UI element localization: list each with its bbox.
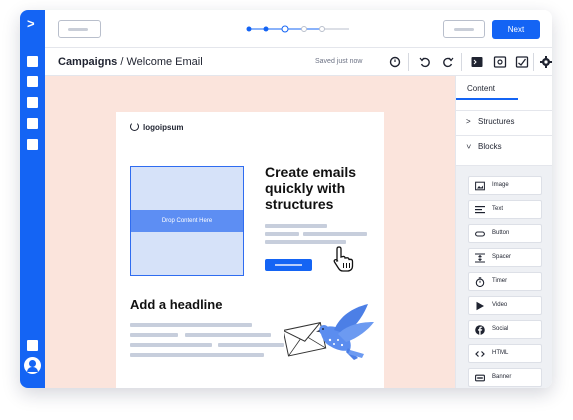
logo-text: logoipsum xyxy=(143,123,184,132)
block-spacer[interactable]: Spacer xyxy=(468,248,542,267)
expand-icon[interactable]: > xyxy=(27,17,39,30)
bird-envelope-illustration xyxy=(284,304,374,360)
undo-icon[interactable] xyxy=(418,55,432,69)
back-button[interactable] xyxy=(58,20,101,38)
image-icon xyxy=(475,181,485,191)
breadcrumb: Campaigns / Welcome Email xyxy=(58,56,203,68)
code-view-icon[interactable] xyxy=(470,55,484,69)
spacer-icon xyxy=(475,253,485,263)
drop-zone[interactable]: Drop Content Here xyxy=(130,166,244,276)
headline-structures[interactable]: Create emails quickly with structures xyxy=(265,164,377,212)
block-image[interactable]: Image xyxy=(468,176,542,195)
hand-cursor-icon xyxy=(333,246,354,272)
code-icon xyxy=(475,351,485,357)
email-template[interactable]: logoipsum Drop Content Here Create email… xyxy=(116,112,384,388)
video-icon xyxy=(476,301,484,311)
block-button[interactable]: Button xyxy=(468,224,542,243)
nav-item-1[interactable] xyxy=(27,56,38,67)
next-button[interactable]: Next xyxy=(492,20,540,39)
top-bar: Next xyxy=(45,10,552,48)
template-logo[interactable]: logoipsum xyxy=(130,122,183,132)
facebook-icon xyxy=(475,325,485,335)
chevron-right-icon: > xyxy=(466,117,471,126)
editor-toolbar: Campaigns / Welcome Email Saved just now xyxy=(45,48,552,76)
tab-content[interactable]: Content xyxy=(456,76,552,100)
left-nav-rail: > xyxy=(20,10,45,388)
user-avatar-icon[interactable] xyxy=(24,357,41,374)
nav-item-2[interactable] xyxy=(27,76,38,87)
breadcrumb-campaigns[interactable]: Campaigns xyxy=(58,56,117,68)
block-social[interactable]: Social xyxy=(468,320,542,339)
preview-icon[interactable] xyxy=(493,55,507,69)
secondary-button[interactable] xyxy=(443,20,485,38)
breadcrumb-email-name: Welcome Email xyxy=(126,56,203,68)
structures-section[interactable]: > Structures xyxy=(456,110,552,132)
settings-gear-icon[interactable] xyxy=(539,55,552,69)
logo-mark-icon xyxy=(130,122,139,131)
progress-stepper xyxy=(246,25,349,33)
editor-canvas[interactable]: logoipsum Drop Content Here Create email… xyxy=(45,76,455,388)
blocks-list: Image Text Button Spacer Timer Video Soc… xyxy=(456,166,552,388)
drop-zone-label: Drop Content Here xyxy=(131,210,243,232)
timer-icon xyxy=(475,277,485,287)
step-2 xyxy=(263,26,269,32)
redo-icon[interactable] xyxy=(441,55,455,69)
block-html[interactable]: HTML xyxy=(468,344,542,363)
history-icon[interactable] xyxy=(388,55,402,69)
step-1 xyxy=(246,26,252,32)
block-banner[interactable]: Banner xyxy=(468,368,542,387)
nav-item-4[interactable] xyxy=(27,118,38,129)
blocks-section[interactable]: > Blocks xyxy=(456,135,552,166)
template-cta-button[interactable] xyxy=(265,259,312,271)
banner-icon xyxy=(475,374,485,382)
step-4 xyxy=(301,26,307,32)
text-icon xyxy=(475,206,485,214)
step-5 xyxy=(319,26,325,32)
send-test-icon[interactable] xyxy=(515,55,529,69)
block-video[interactable]: Video xyxy=(468,296,542,315)
app-window: > Next Campaigns / Welcome Email Saved j… xyxy=(20,10,552,388)
nav-item-6[interactable] xyxy=(27,340,38,351)
step-3 xyxy=(281,25,289,33)
headline-add[interactable]: Add a headline xyxy=(130,297,222,312)
nav-item-3[interactable] xyxy=(27,97,38,108)
block-text[interactable]: Text xyxy=(468,200,542,219)
save-status: Saved just now xyxy=(315,58,363,65)
button-icon xyxy=(475,231,485,237)
right-panel: Content > Structures > Blocks Image Text B… xyxy=(455,76,552,388)
nav-item-5[interactable] xyxy=(27,139,38,150)
block-timer[interactable]: Timer xyxy=(468,272,542,291)
chevron-down-icon: > xyxy=(463,144,473,149)
